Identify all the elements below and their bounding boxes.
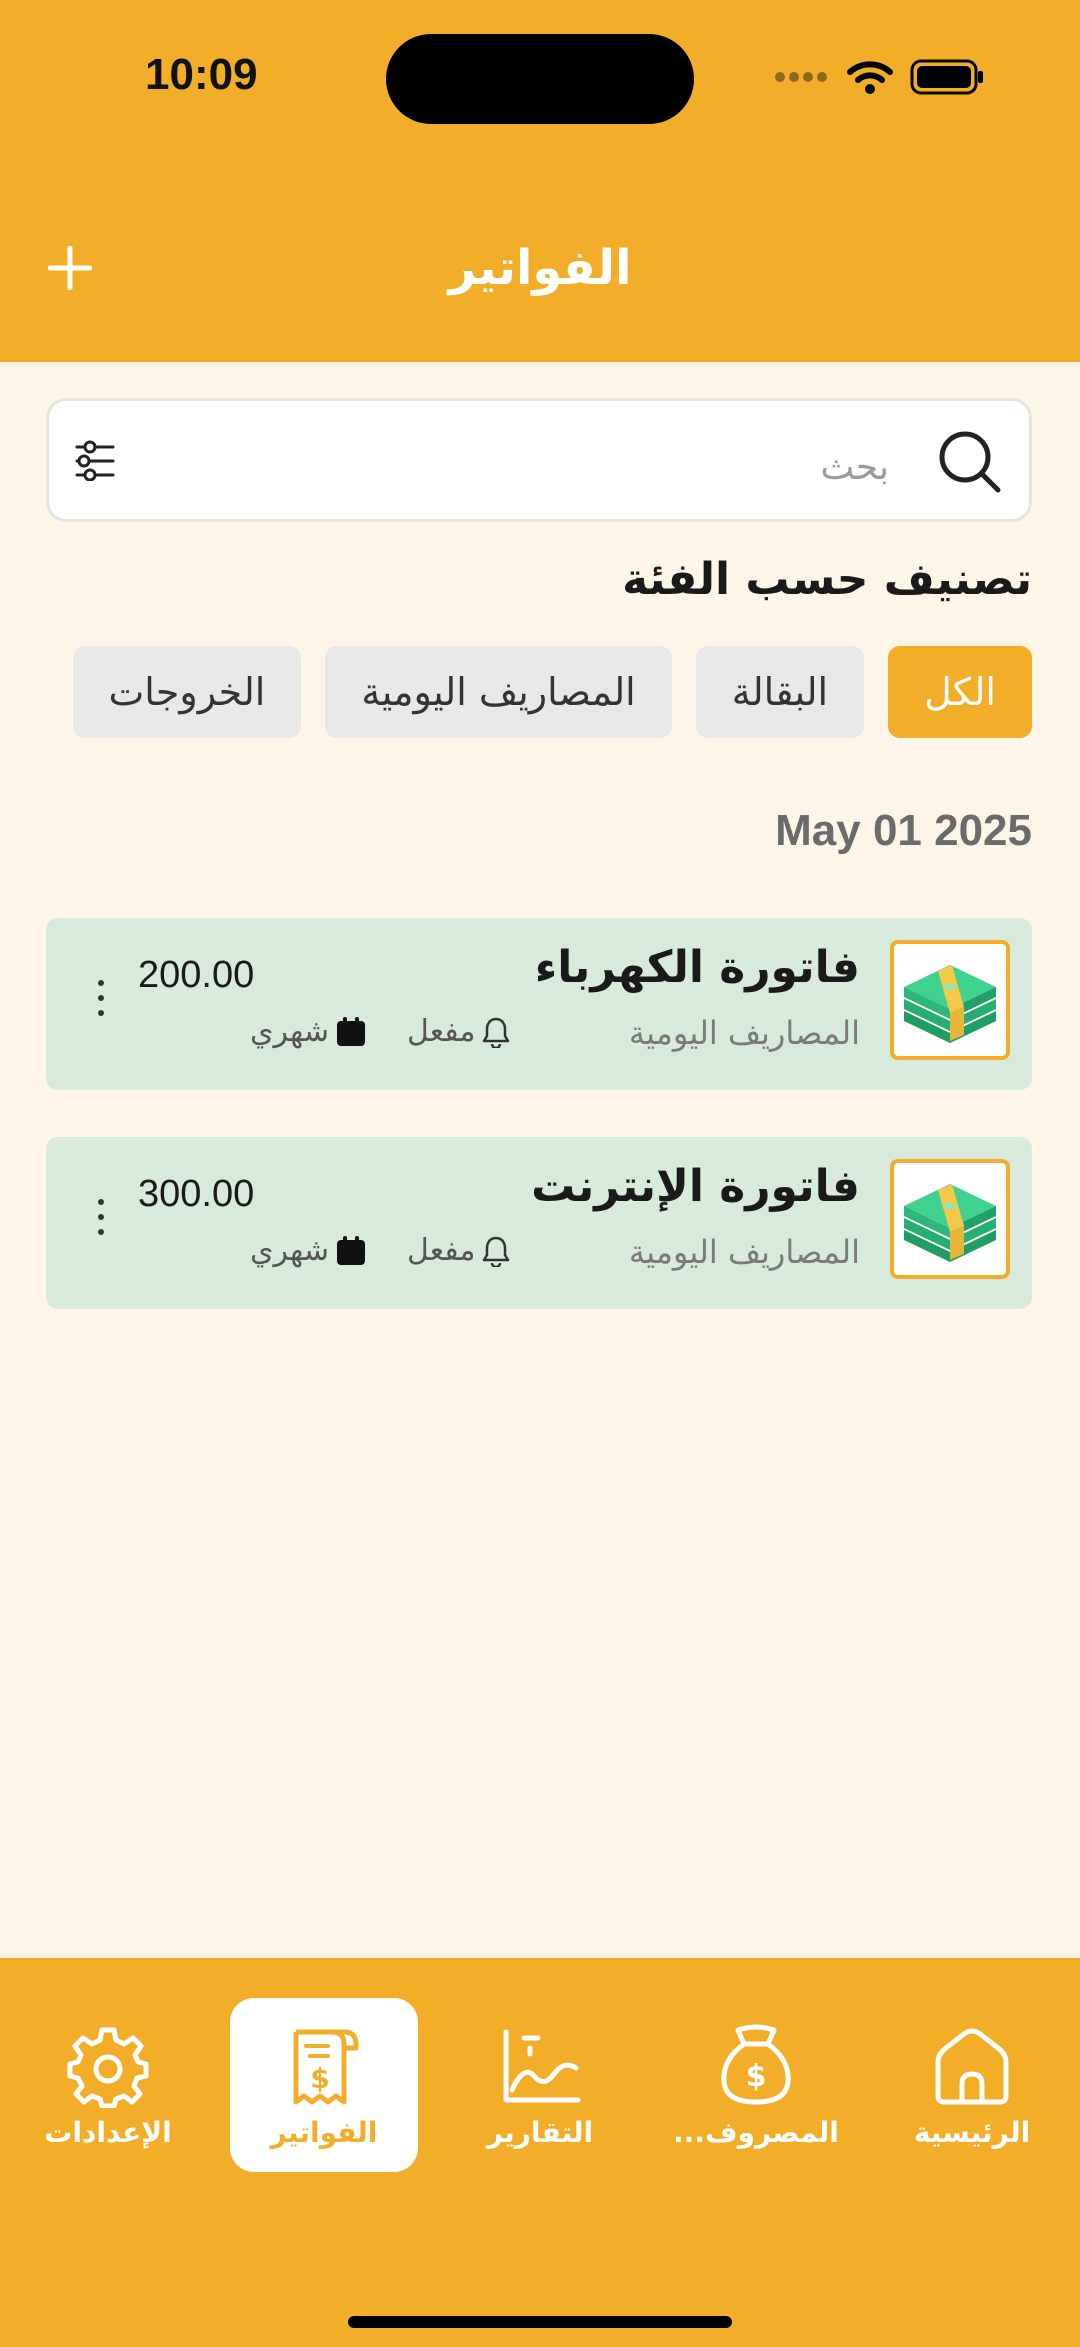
- tab-label: الفواتير: [270, 2116, 378, 2149]
- frequency-label: شهري: [250, 1014, 329, 1049]
- bottom-tab-bar: الرئيسية $ المصروف... التقارير $ الفواتي…: [0, 1958, 1080, 2347]
- chip-groceries[interactable]: البقالة: [695, 646, 865, 738]
- frequency: شهري: [250, 1233, 367, 1268]
- tab-bills[interactable]: $ الفواتير: [230, 1998, 418, 2172]
- status-icons: [774, 58, 984, 96]
- bill-meta: مفعل شهري: [250, 1233, 511, 1268]
- bill-image: [890, 1159, 1010, 1279]
- cellular-icon: [775, 72, 827, 82]
- reminder-label: مفعل: [407, 1233, 476, 1268]
- reminder-status: مفعل: [407, 1233, 511, 1268]
- bill-card[interactable]: فاتورة الإنترنت المصاريف اليومية 300.00 …: [46, 1137, 1032, 1309]
- page-title: الفواتير: [448, 240, 632, 296]
- calendar-icon: [337, 1016, 365, 1046]
- date-group-header: May 01 2025: [775, 806, 1032, 855]
- tab-label: المصروف...: [673, 2116, 839, 2149]
- frequency: شهري: [250, 1014, 367, 1049]
- bill-category: المصاريف اليومية: [628, 1014, 860, 1052]
- tab-label: الرئيسية: [913, 2116, 1031, 2149]
- bill-card[interactable]: فاتورة الكهرباء المصاريف اليومية 200.00 …: [46, 918, 1032, 1090]
- more-options-icon[interactable]: [98, 1199, 104, 1235]
- money-stack-icon: [904, 965, 996, 1043]
- bill-amount: 300.00: [138, 1173, 255, 1215]
- filter-sliders-icon[interactable]: [75, 439, 115, 481]
- tab-home[interactable]: الرئيسية: [878, 1998, 1066, 2172]
- bill-meta: مفعل شهري: [250, 1014, 511, 1049]
- chip-outings[interactable]: الخروجات: [72, 646, 302, 738]
- gear-icon: [67, 2027, 149, 2108]
- chart-icon: [503, 2029, 581, 2103]
- reminder-label: مفعل: [407, 1014, 476, 1049]
- category-section-title: تصنيف حسب الفئة: [622, 554, 1032, 605]
- bill-category: المصاريف اليومية: [628, 1233, 860, 1271]
- more-options-icon[interactable]: [98, 980, 104, 1016]
- bell-icon: [483, 1236, 510, 1267]
- money-stack-icon: [904, 1184, 996, 1262]
- search-input[interactable]: [287, 441, 891, 493]
- tab-expenses[interactable]: $ المصروف...: [662, 1998, 850, 2172]
- tab-reports[interactable]: التقارير: [446, 1998, 634, 2172]
- reminder-status: مفعل: [407, 1014, 511, 1049]
- search-bar: [46, 398, 1032, 522]
- chip-daily-expenses[interactable]: المصاريف اليومية: [325, 646, 672, 738]
- search-icon[interactable]: [937, 429, 1003, 495]
- bill-name: فاتورة الإنترنت: [531, 1161, 860, 1212]
- svg-text:$: $: [746, 2059, 767, 2094]
- tab-settings[interactable]: الإعدادات: [14, 1998, 202, 2172]
- status-time: 10:09: [145, 50, 258, 99]
- home-indicator: [348, 2316, 732, 2328]
- battery-icon: [910, 59, 983, 95]
- bill-name: فاتورة الكهرباء: [534, 942, 860, 993]
- chip-all[interactable]: الكل: [888, 646, 1032, 738]
- wifi-icon: [847, 61, 893, 94]
- receipt-icon: $: [293, 2029, 359, 2105]
- frequency-label: شهري: [250, 1233, 329, 1268]
- tab-label: الإعدادات: [44, 2116, 172, 2149]
- tab-label: التقارير: [486, 2116, 594, 2149]
- dynamic-island: [386, 34, 694, 124]
- category-chips: الكل البقالة المصاريف اليومية الخروجات: [72, 646, 1032, 738]
- top-header: 10:09 الفواتير: [0, 0, 1080, 362]
- bill-image: [890, 940, 1010, 1060]
- bell-icon: [483, 1017, 510, 1048]
- bill-amount: 200.00: [138, 954, 255, 996]
- calendar-icon: [337, 1235, 365, 1265]
- svg-text:$: $: [310, 2062, 329, 2095]
- home-icon: [935, 2028, 1009, 2105]
- money-bag-icon: $: [721, 2024, 791, 2105]
